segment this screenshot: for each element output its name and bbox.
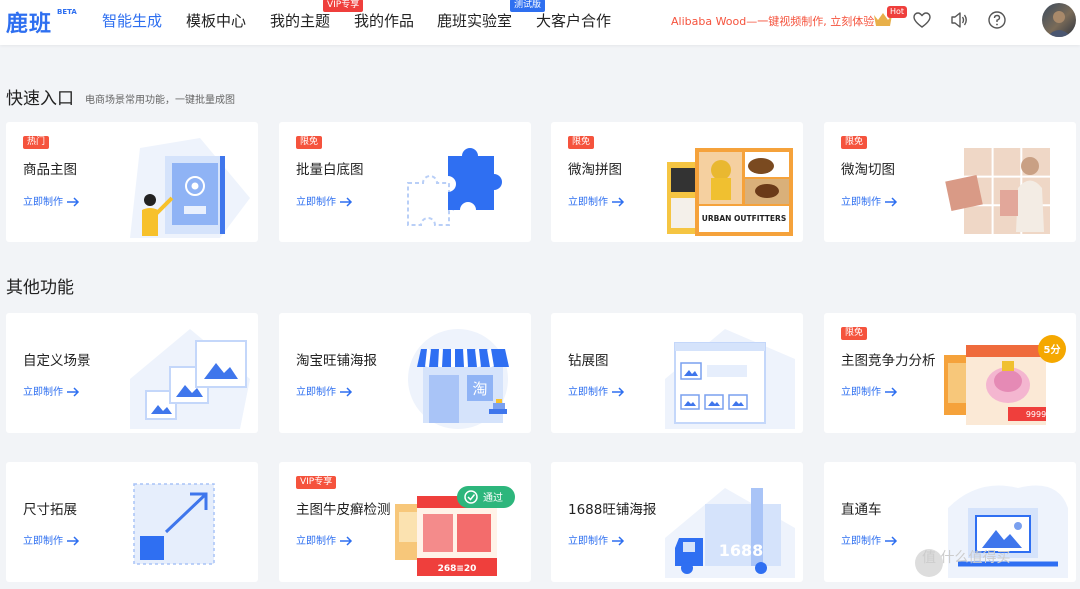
card-size-expand[interactable]: 尺寸拓展 立即制作 bbox=[6, 462, 258, 582]
card-badge: VIP专享 bbox=[296, 476, 337, 489]
card-taobao-shop-poster[interactable]: 淘宝旺铺海报 立即制作 淘 bbox=[279, 313, 531, 433]
card-badge: 限免 bbox=[841, 327, 868, 340]
collage-illustration: URBAN OUTFITTERS bbox=[667, 148, 793, 236]
arrow-right-icon bbox=[67, 536, 80, 546]
card-action-link[interactable]: 立即制作 bbox=[841, 532, 898, 547]
puzzle-illustration bbox=[407, 148, 502, 226]
card-title: 尺寸拓展 bbox=[23, 502, 77, 518]
banner-illustration bbox=[665, 329, 795, 429]
arrow-right-icon bbox=[67, 387, 80, 397]
custom-scene-illustration bbox=[130, 329, 250, 429]
speaker-icon[interactable] bbox=[949, 10, 969, 30]
pass-badge: 通过 bbox=[483, 491, 503, 504]
arrow-right-icon bbox=[885, 387, 898, 397]
card-title: 直通车 bbox=[841, 502, 882, 518]
user-avatar[interactable] bbox=[1042, 3, 1076, 37]
promo-price: 268≡20 bbox=[438, 564, 477, 574]
promo-link[interactable]: Alibaba Wood—一键视频制作, 立刻体验 bbox=[671, 13, 874, 29]
arrow-right-icon bbox=[340, 197, 353, 207]
card-product-main-image[interactable]: 热门 商品主图 立即制作 bbox=[6, 122, 258, 242]
card-title: 商品主图 bbox=[23, 162, 77, 178]
logo[interactable]: 鹿班 bbox=[6, 6, 52, 38]
card-badge: 限免 bbox=[568, 136, 595, 149]
card-title: 钻展图 bbox=[568, 353, 609, 369]
card-title: 自定义场景 bbox=[23, 353, 91, 369]
truck-illustration: 1688 bbox=[665, 488, 795, 578]
score-badge: 5分 bbox=[1044, 343, 1061, 356]
watermark-text: 值 什么值得买 bbox=[922, 550, 1011, 566]
other-functions-title: 其他功能 bbox=[6, 278, 74, 298]
card-action-link[interactable]: 立即制作 bbox=[568, 193, 625, 208]
card-action-link[interactable]: 立即制作 bbox=[23, 193, 80, 208]
heart-icon[interactable] bbox=[912, 10, 932, 30]
card-title: 微淘拼图 bbox=[568, 162, 622, 178]
arrow-right-icon bbox=[885, 536, 898, 546]
arrow-right-icon bbox=[340, 536, 353, 546]
card-action-link[interactable]: 立即制作 bbox=[23, 383, 80, 398]
card-badge: 限免 bbox=[841, 136, 868, 149]
card-batch-white-bg[interactable]: 限免 批量白底图 立即制作 bbox=[279, 122, 531, 242]
card-badge: 热门 bbox=[23, 136, 50, 149]
card-title: 微淘切图 bbox=[841, 162, 895, 178]
detection-illustration: 268≡20 通过 bbox=[395, 486, 515, 576]
arrow-right-icon bbox=[612, 387, 625, 397]
card-action-link[interactable]: 立即制作 bbox=[296, 532, 353, 547]
card-diamond-booth[interactable]: 钻展图 立即制作 bbox=[551, 313, 803, 433]
quick-entry-title: 快速入口 bbox=[6, 89, 74, 109]
price-label: 9999 bbox=[1026, 410, 1046, 419]
analysis-illustration: 9999 5分 bbox=[944, 335, 1066, 425]
nav-smart-generate[interactable]: 智能生成 bbox=[102, 10, 162, 31]
logo-beta-tag: BETA bbox=[57, 8, 77, 16]
nav-lab[interactable]: 鹿班实验室 bbox=[437, 10, 512, 31]
card-main-image-analysis[interactable]: 限免 主图竞争力分析 立即制作 9999 5分 bbox=[824, 313, 1076, 433]
card-action-link[interactable]: 立即制作 bbox=[568, 532, 625, 547]
arrow-right-icon bbox=[340, 387, 353, 397]
resize-illustration bbox=[133, 483, 215, 565]
nav-my-themes[interactable]: 我的主题 bbox=[270, 10, 330, 31]
top-navigation-bar: 鹿班 BETA 智能生成 模板中心 我的主题 VIP专享 我的作品 鹿班实验室 … bbox=[0, 0, 1080, 45]
arrow-right-icon bbox=[612, 536, 625, 546]
arrow-right-icon bbox=[885, 197, 898, 207]
card-action-link[interactable]: 立即制作 bbox=[296, 193, 353, 208]
shop-sign-text: 淘 bbox=[472, 380, 487, 398]
truck-label: 1688 bbox=[719, 541, 764, 560]
card-title: 淘宝旺铺海报 bbox=[296, 353, 377, 369]
arrow-right-icon bbox=[612, 197, 625, 207]
card-action-link[interactable]: 立即制作 bbox=[23, 532, 80, 547]
card-custom-scene[interactable]: 自定义场景 立即制作 bbox=[6, 313, 258, 433]
nav-template-center[interactable]: 模板中心 bbox=[186, 10, 246, 31]
slice-illustration bbox=[945, 148, 1050, 234]
card-weitao-slice[interactable]: 限免 微淘切图 立即制作 bbox=[824, 122, 1076, 242]
card-action-link[interactable]: 立即制作 bbox=[296, 383, 353, 398]
card-title: 主图牛皮癣检测 bbox=[296, 502, 391, 518]
card-1688-shop-poster[interactable]: 1688旺铺海报 立即制作 1688 bbox=[551, 462, 803, 582]
card-title: 1688旺铺海报 bbox=[568, 502, 657, 518]
card-action-link[interactable]: 立即制作 bbox=[568, 383, 625, 398]
arrow-right-icon bbox=[67, 197, 80, 207]
nav-enterprise[interactable]: 大客户合作 bbox=[536, 10, 611, 31]
shop-illustration: 淘 bbox=[408, 329, 509, 429]
collage-label: URBAN OUTFITTERS bbox=[702, 214, 786, 223]
help-icon[interactable] bbox=[987, 10, 1007, 30]
hot-badge: Hot bbox=[887, 6, 908, 18]
card-badge: 限免 bbox=[296, 136, 323, 149]
card-action-link[interactable]: 立即制作 bbox=[841, 193, 898, 208]
card-title: 批量白底图 bbox=[296, 162, 364, 178]
card-action-link[interactable]: 立即制作 bbox=[841, 383, 898, 398]
card-title: 主图竞争力分析 bbox=[841, 353, 936, 369]
card-weitao-collage[interactable]: 限免 微淘拼图 立即制作 URBAN OUTFITTERS bbox=[551, 122, 803, 242]
quick-entry-subtitle: 电商场景常用功能，一键批量成图 bbox=[85, 95, 235, 106]
product-main-image-illustration bbox=[130, 138, 250, 238]
card-psoriasis-detection[interactable]: VIP专享 主图牛皮癣检测 立即制作 268≡20 通过 bbox=[279, 462, 531, 582]
nav-my-works[interactable]: 我的作品 bbox=[354, 10, 414, 31]
